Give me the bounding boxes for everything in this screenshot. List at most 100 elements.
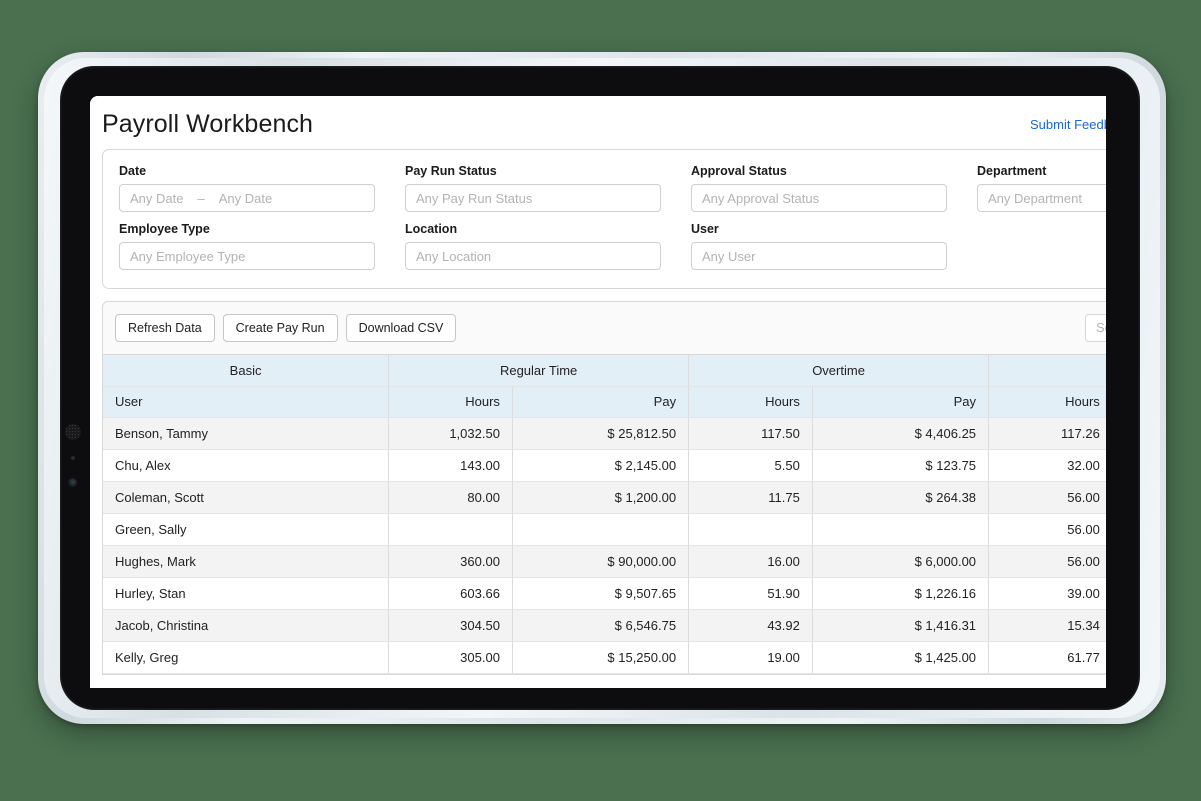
date-range-separator: – <box>197 191 204 206</box>
submit-feedback-link[interactable]: Submit Feedback <box>1030 117 1106 132</box>
cell-user: Coleman, Scott <box>103 481 389 513</box>
date-range-input[interactable]: Any Date – Any Date <box>119 184 375 212</box>
table-row[interactable]: Green, Sally56.00AUD$ 2,800.00 <box>103 513 1106 545</box>
cell-timeoff-hours: 56.00 <box>989 545 1106 577</box>
cell-user: Hughes, Mark <box>103 545 389 577</box>
group-header-basic[interactable]: Basic <box>103 355 389 386</box>
cell-regular-hours: 80.00 <box>389 481 513 513</box>
cell-timeoff-hours: 15.34 <box>989 609 1106 641</box>
cell-timeoff-hours: 61.77 <box>989 641 1106 673</box>
table-group-header-row: Basic Regular Time Overtime Time Off <box>103 355 1106 386</box>
cell-timeoff-hours: 117.26 <box>989 417 1106 449</box>
sensor-dot-icon <box>71 456 75 460</box>
user-input[interactable]: Any User <box>691 242 947 270</box>
cell-regular-pay: $ 9,507.65 <box>512 577 688 609</box>
filter-location-label: Location <box>405 222 691 236</box>
table-row[interactable]: Benson, Tammy1,032.50$ 25,812.50117.50$ … <box>103 417 1106 449</box>
cell-overtime-hours <box>689 513 813 545</box>
cell-overtime-hours: 51.90 <box>689 577 813 609</box>
header-links: Submit Feedback Manage File Formats <box>1030 117 1106 132</box>
cell-user: Kelly, Greg <box>103 641 389 673</box>
cell-overtime-pay: $ 6,000.00 <box>812 545 988 577</box>
tablet-screen: Payroll Workbench Submit Feedback Manage… <box>90 96 1106 688</box>
cell-regular-hours: 603.66 <box>389 577 513 609</box>
employee-type-input[interactable]: Any Employee Type <box>119 242 375 270</box>
page-title: Payroll Workbench <box>102 110 313 139</box>
cell-regular-hours: 1,032.50 <box>389 417 513 449</box>
refresh-data-button[interactable]: Refresh Data <box>115 314 215 342</box>
location-input[interactable]: Any Location <box>405 242 661 270</box>
filter-pay-run-status-label: Pay Run Status <box>405 164 691 178</box>
cell-regular-pay: $ 25,812.50 <box>512 417 688 449</box>
download-csv-button[interactable]: Download CSV <box>346 314 457 342</box>
payroll-table-container: Basic Regular Time Overtime Time Off Use… <box>102 354 1106 675</box>
cell-overtime-pay <box>812 513 988 545</box>
filter-user: User Any User <box>691 222 977 270</box>
filter-date-label: Date <box>119 164 405 178</box>
table-row[interactable]: Chu, Alex143.00$ 2,145.005.50$ 123.7532.… <box>103 449 1106 481</box>
app-header: Payroll Workbench Submit Feedback Manage… <box>90 96 1106 149</box>
payroll-workbench-app: Payroll Workbench Submit Feedback Manage… <box>90 96 1106 675</box>
table-row[interactable]: Hurley, Stan603.66$ 9,507.6551.90$ 1,226… <box>103 577 1106 609</box>
filter-location: Location Any Location <box>405 222 691 270</box>
group-header-regular-time[interactable]: Regular Time <box>389 355 689 386</box>
column-header-regular-hours[interactable]: Hours <box>389 386 513 417</box>
filter-date: Date Any Date – Any Date <box>119 164 405 212</box>
cell-user: Benson, Tammy <box>103 417 389 449</box>
speaker-grille-icon <box>65 424 81 440</box>
table-row[interactable]: Kelly, Greg305.00$ 15,250.0019.00$ 1,425… <box>103 641 1106 673</box>
cell-regular-pay: $ 2,145.00 <box>512 449 688 481</box>
filter-employee-type: Employee Type Any Employee Type <box>119 222 405 270</box>
cell-regular-pay: $ 6,546.75 <box>512 609 688 641</box>
cell-user: Green, Sally <box>103 513 389 545</box>
filter-employee-type-label: Employee Type <box>119 222 405 236</box>
cell-overtime-pay: $ 123.75 <box>812 449 988 481</box>
cell-overtime-pay: $ 4,406.25 <box>812 417 988 449</box>
column-header-user[interactable]: User <box>103 386 389 417</box>
cell-regular-hours: 304.50 <box>389 609 513 641</box>
cell-overtime-pay: $ 1,425.00 <box>812 641 988 673</box>
cell-overtime-hours: 11.75 <box>689 481 813 513</box>
column-header-overtime-pay[interactable]: Pay <box>812 386 988 417</box>
cell-overtime-hours: 16.00 <box>689 545 813 577</box>
cell-timeoff-hours: 56.00 <box>989 513 1106 545</box>
toolbar-button-group: Refresh Data Create Pay Run Download CSV <box>115 314 456 342</box>
cell-timeoff-hours: 32.00 <box>989 449 1106 481</box>
table-column-header-row: User Hours Pay Hours Pay Hours Pay <box>103 386 1106 417</box>
table-row[interactable]: Hughes, Mark360.00$ 90,000.0016.00$ 6,00… <box>103 545 1106 577</box>
table-row[interactable]: Coleman, Scott80.00$ 1,200.0011.75$ 264.… <box>103 481 1106 513</box>
cell-regular-hours: 360.00 <box>389 545 513 577</box>
column-header-timeoff-hours[interactable]: Hours <box>989 386 1106 417</box>
cell-regular-pay: $ 15,250.00 <box>512 641 688 673</box>
cell-timeoff-hours: 56.00 <box>989 481 1106 513</box>
cell-overtime-pay: $ 264.38 <box>812 481 988 513</box>
approval-status-input[interactable]: Any Approval Status <box>691 184 947 212</box>
date-from-placeholder: Any Date <box>130 191 183 206</box>
cell-regular-pay <box>512 513 688 545</box>
cell-overtime-hours: 19.00 <box>689 641 813 673</box>
sort-input[interactable]: Sort <box>1085 314 1106 342</box>
cell-user: Chu, Alex <box>103 449 389 481</box>
group-header-overtime[interactable]: Overtime <box>689 355 989 386</box>
filter-department-label: Department <box>977 164 1106 178</box>
payroll-table: Basic Regular Time Overtime Time Off Use… <box>103 355 1106 674</box>
cell-user: Jacob, Christina <box>103 609 389 641</box>
create-pay-run-button[interactable]: Create Pay Run <box>223 314 338 342</box>
cell-overtime-pay: $ 1,226.16 <box>812 577 988 609</box>
filter-pay-run-status: Pay Run Status Any Pay Run Status <box>405 164 691 212</box>
pay-run-status-input[interactable]: Any Pay Run Status <box>405 184 661 212</box>
table-body: Benson, Tammy1,032.50$ 25,812.50117.50$ … <box>103 417 1106 673</box>
filter-department: Department Any Department <box>977 164 1106 212</box>
cell-overtime-pay: $ 1,416.31 <box>812 609 988 641</box>
cell-overtime-hours: 43.92 <box>689 609 813 641</box>
filter-spacer <box>977 222 1106 270</box>
table-row[interactable]: Jacob, Christina304.50$ 6,546.7543.92$ 1… <box>103 609 1106 641</box>
column-header-overtime-hours[interactable]: Hours <box>689 386 813 417</box>
scene: Payroll Workbench Submit Feedback Manage… <box>0 0 1201 801</box>
department-input[interactable]: Any Department <box>977 184 1106 212</box>
cell-timeoff-hours: 39.00 <box>989 577 1106 609</box>
group-header-time-off[interactable]: Time Off <box>989 355 1106 386</box>
column-header-regular-pay[interactable]: Pay <box>512 386 688 417</box>
cell-regular-hours: 305.00 <box>389 641 513 673</box>
cell-overtime-hours: 5.50 <box>689 449 813 481</box>
